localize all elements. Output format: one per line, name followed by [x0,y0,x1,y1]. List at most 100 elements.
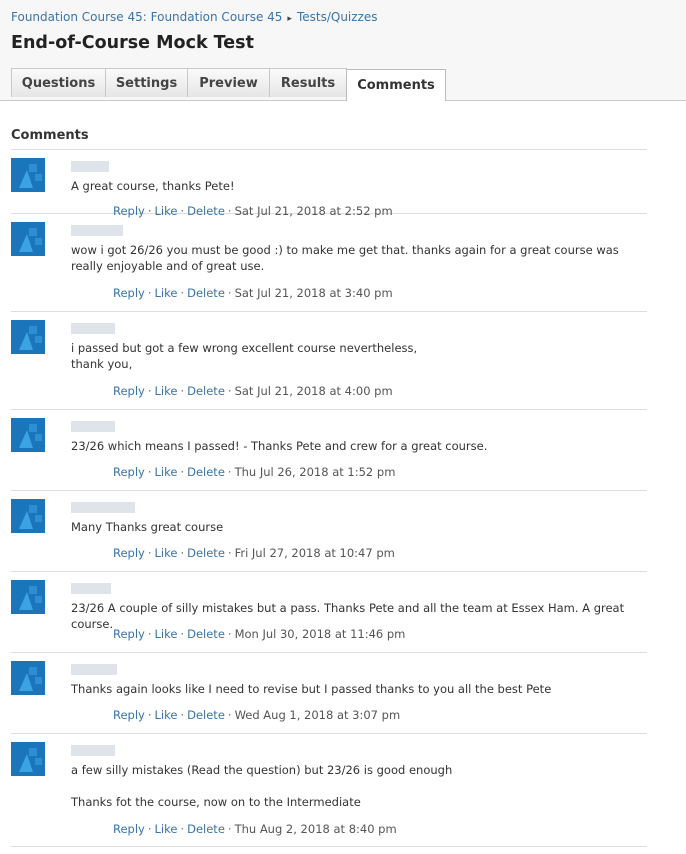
reply-link[interactable]: Reply [113,465,145,479]
comment-body: Thanks again looks like I need to revise… [11,681,647,697]
comment-body: a few silly mistakes (Read the question)… [11,762,647,810]
reply-link[interactable]: Reply [113,286,145,300]
comment-item: wow i got 26/26 you must be good :) to m… [11,214,647,312]
comment-body: wow i got 26/26 you must be good :) to m… [11,242,647,274]
separator: · [180,384,185,398]
author-name-redacted [71,161,109,172]
separator: · [227,708,232,722]
separator: · [180,465,185,479]
author-name-redacted [71,583,111,594]
comment-timestamp: Wed Aug 1, 2018 at 3:07 pm [234,708,401,722]
tab-comments[interactable]: Comments [346,69,446,101]
reply-link[interactable]: Reply [113,546,145,560]
like-link[interactable]: Like [155,708,178,722]
reply-link[interactable]: Reply [113,708,145,722]
separator: · [147,708,152,722]
tab-preview[interactable]: Preview [187,68,270,97]
comment-text: wow i got 26/26 you must be good :) to m… [71,243,623,273]
separator: · [180,286,185,300]
separator: · [147,384,152,398]
like-link[interactable]: Like [155,384,178,398]
delete-link[interactable]: Delete [187,286,225,300]
comment-actions: Reply · Like · Delete · Fri Jul 27, 2018 at 10… [11,546,395,560]
comment-item: 23/26 which means I passed! - Thanks Pet… [11,410,647,491]
like-link[interactable]: Like [155,286,178,300]
delete-link[interactable]: Delete [187,546,225,560]
reply-link[interactable]: Reply [113,384,145,398]
breadcrumb-section-link[interactable]: Tests/Quizzes [297,10,378,24]
author-name-redacted [71,664,117,675]
comment-item: Many Thanks great course Reply · Like · Delet… [11,491,647,572]
comments-list: A great course, thanks Pete! Reply · Like · D… [11,149,647,847]
comment-item: i passed but got a few wrong excellent c… [11,312,647,410]
comment-text: 23/26 which means I passed! - Thanks Pet… [71,439,488,453]
separator: · [227,546,232,560]
reply-link[interactable]: Reply [113,822,145,836]
delete-link[interactable]: Delete [187,627,225,641]
delete-link[interactable]: Delete [187,465,225,479]
separator: · [147,822,152,836]
separator: · [227,627,232,641]
comment-text: A great course, thanks Pete! [71,179,235,193]
main-content: Comments A great course, thanks Pete! Rep… [0,100,686,847]
like-link[interactable]: Like [155,822,178,836]
separator: · [180,708,185,722]
page-title: End-of-Course Mock Test [11,33,254,53]
comment-body: Many Thanks great course [11,519,647,535]
separator: · [147,546,152,560]
comment-actions: Reply · Like · Delete · Wed Aug 1, 2018 at 3:0… [11,708,400,722]
comment-item: a few silly mistakes (Read the question)… [11,734,647,847]
comment-item: A great course, thanks Pete! Reply · Like · D… [11,150,647,218]
like-link[interactable]: Like [155,627,178,641]
breadcrumb-separator-icon: ▸ [287,14,292,24]
like-link[interactable]: Like [155,546,178,560]
author-name-redacted [71,225,123,236]
tab-results[interactable]: Results [269,68,347,97]
comments-heading: Comments [11,128,89,143]
comment-text: a few silly mistakes (Read the question)… [71,763,453,809]
comment-timestamp: Fri Jul 27, 2018 at 10:47 pm [234,546,395,560]
separator: · [227,384,232,398]
comment-timestamp: Sat Jul 21, 2018 at 3:40 pm [234,286,393,300]
breadcrumb-course-link[interactable]: Foundation Course 45: Foundation Course … [11,10,282,24]
comment-text: Thanks again looks like I need to revise… [71,682,552,696]
separator: · [180,822,185,836]
breadcrumb: Foundation Course 45: Foundation Course … [11,10,378,24]
tab-bar: Questions Settings Preview Results Comme… [11,68,446,101]
separator: · [227,286,232,300]
tab-questions[interactable]: Questions [11,68,106,97]
comment-body: A great course, thanks Pete! [11,178,647,194]
like-link[interactable]: Like [155,465,178,479]
author-name-redacted [71,421,115,432]
comment-body: i passed but got a few wrong excellent c… [11,340,647,372]
separator: · [147,627,152,641]
delete-link[interactable]: Delete [187,384,225,398]
comment-actions: Reply · Like · Delete · Sat Jul 21, 2018 at 4:… [11,384,393,398]
author-name-redacted [71,745,115,756]
comment-text: i passed but got a few wrong excellent c… [71,341,418,371]
author-name-redacted [71,323,115,334]
comment-actions: Reply · Like · Delete · Mon Jul 30, 2018 at 11… [11,627,405,641]
comment-timestamp: Mon Jul 30, 2018 at 11:46 pm [234,627,406,641]
author-name-redacted [71,502,135,513]
delete-link[interactable]: Delete [187,822,225,836]
delete-link[interactable]: Delete [187,708,225,722]
separator: · [180,627,185,641]
separator: · [147,286,152,300]
page-header: Foundation Course 45: Foundation Course … [0,0,686,101]
comment-timestamp: Thu Jul 26, 2018 at 1:52 pm [234,465,396,479]
tab-settings[interactable]: Settings [105,68,188,97]
comment-actions: Reply · Like · Delete · Thu Jul 26, 2018 at 1:… [11,465,395,479]
separator: · [227,822,232,836]
comment-item: 23/26 A couple of silly mistakes but a p… [11,572,647,653]
comment-timestamp: Thu Aug 2, 2018 at 8:40 pm [234,822,397,836]
separator: · [180,546,185,560]
comment-actions: Reply · Like · Delete · Sat Jul 21, 2018 at 3:… [11,286,393,300]
comment-text: Many Thanks great course [71,520,224,534]
comment-actions: Reply · Like · Delete · Thu Aug 2, 2018 at 8:4… [11,822,397,836]
comment-item: Thanks again looks like I need to revise… [11,653,647,734]
comment-timestamp: Sat Jul 21, 2018 at 4:00 pm [234,384,393,398]
reply-link[interactable]: Reply [113,627,145,641]
separator: · [227,465,232,479]
comment-body: 23/26 which means I passed! - Thanks Pet… [11,438,647,454]
